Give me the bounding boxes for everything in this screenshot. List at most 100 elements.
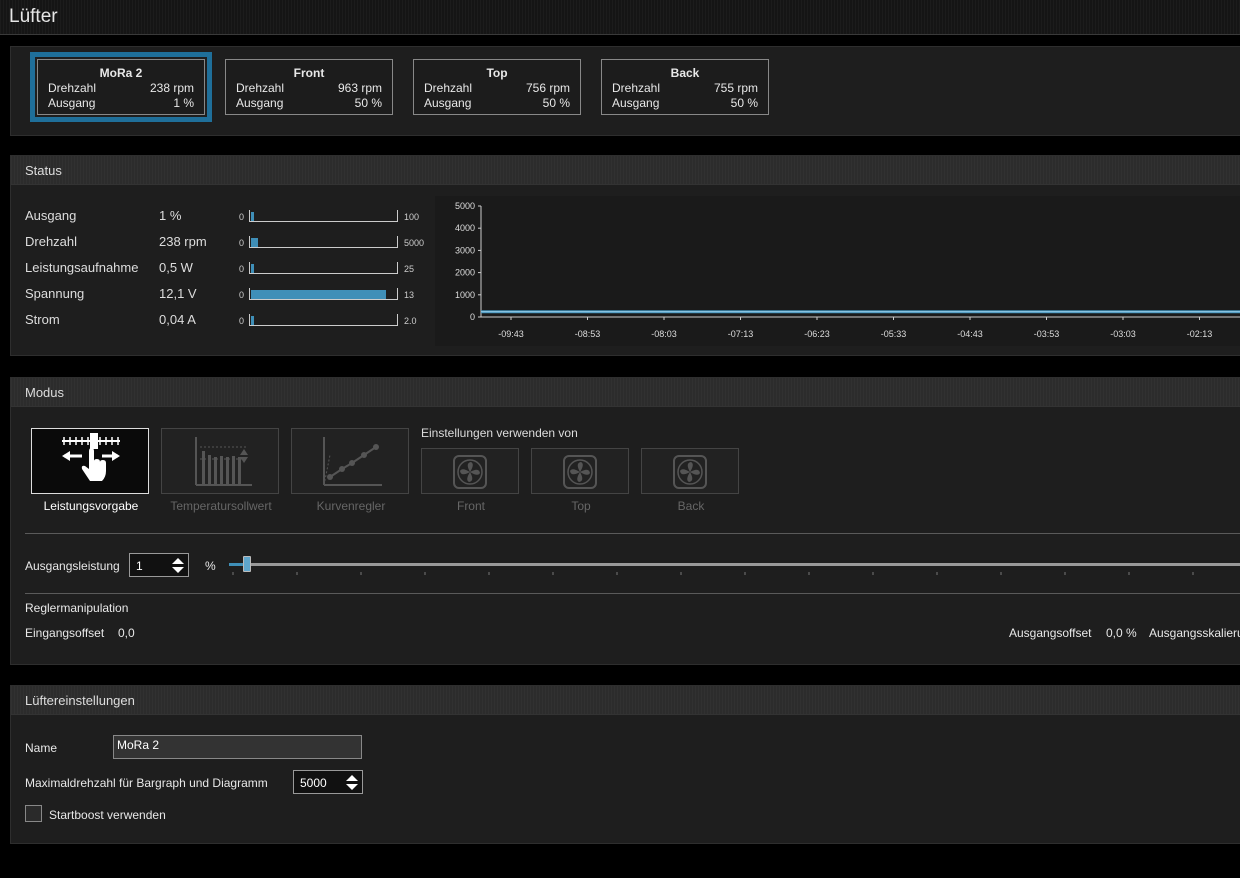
bar-max: 25 [404, 264, 415, 274]
status-bar-fill [251, 212, 254, 221]
chart-x-tick-label: -08:53 [575, 329, 601, 339]
fan-tile-rpm-value: 238 rpm [149, 81, 194, 95]
status-label: Spannung [25, 286, 85, 301]
output-power-unit: % [205, 559, 216, 573]
status-bar-fill [251, 290, 386, 299]
fan-icon [563, 455, 597, 489]
status-bar-fill [251, 264, 254, 273]
mode-label-leistungsvorgabe: Leistungsvorgabe [43, 499, 139, 513]
fan-tile-output-value: 50 % [730, 96, 758, 110]
fan-tile-output-label: Ausgang [612, 96, 660, 110]
fan-tile-front[interactable]: Front Drehzahl 963 rpm Ausgang 50 % [225, 59, 393, 115]
chart-y-tick-label: 0 [470, 312, 475, 322]
fan-icon [673, 455, 707, 489]
bar-min: 0 [239, 238, 245, 248]
bar-min: 0 [239, 212, 245, 222]
status-value: 12,1 V [159, 286, 197, 301]
fan-tile-top[interactable]: Top Drehzahl 756 rpm Ausgang 50 % [413, 59, 581, 115]
input-offset-label: Eingangsoffset [25, 626, 105, 640]
status-bar-fill [251, 238, 258, 247]
spin-arrows-icon[interactable] [345, 774, 359, 791]
status-bar [249, 262, 398, 274]
output-offset-label: Ausgangsoffset [1009, 626, 1092, 640]
mode-button-temperatursollwert[interactable] [161, 428, 279, 494]
mode-header: Modus [11, 378, 1240, 407]
chart-x-tick-label: -03:03 [1110, 329, 1136, 339]
mode-panel: Modus Leistungsvorgabe Temperatursollwer… [10, 377, 1240, 665]
divider [25, 533, 1240, 534]
title-bar: Lüfter [0, 0, 1240, 35]
fan-tile-rpm-label: Drehzahl [48, 81, 97, 95]
chart-y-tick-label: 1000 [455, 290, 475, 300]
status-panel: Status Ausgang 1 % 0 100 Drehzahl 238 rp… [10, 155, 1240, 356]
startboost-label: Startboost verwenden [49, 808, 166, 822]
fan-tile-back[interactable]: Back Drehzahl 755 rpm Ausgang 50 % [601, 59, 769, 115]
source-button-back[interactable] [641, 448, 739, 494]
bar-max: 2.0 [404, 316, 417, 326]
chart-x-tick-label: -09:43 [498, 329, 524, 339]
bar-max: 5000 [404, 238, 425, 248]
curve-controller-icon [323, 437, 382, 486]
chart-x-tick-label: -08:03 [651, 329, 677, 339]
output-power-label: Ausgangsleistung [25, 559, 120, 573]
regler-manipulation-title: Reglermanipulation [25, 601, 129, 615]
fan-tile-name: Back [670, 66, 700, 80]
fan-tile-rpm-label: Drehzahl [236, 81, 285, 95]
mode-label-temperatursollwert: Temperatursollwert [170, 499, 272, 513]
fan-tile-name: Front [293, 66, 325, 80]
divider [25, 593, 1240, 594]
chart-x-tick-label: -07:13 [728, 329, 754, 339]
status-bar-fill [251, 316, 254, 325]
bar-min: 0 [239, 316, 245, 326]
slider-ticks [232, 572, 1194, 575]
chart-x-tick-label: -03:53 [1034, 329, 1060, 339]
bar-min: 0 [239, 290, 245, 300]
output-power-stepper[interactable]: 1 [129, 553, 189, 577]
source-label-back: Back [677, 499, 705, 513]
chart-x-tick-label: -04:43 [957, 329, 983, 339]
input-offset-value[interactable]: 0,0 [118, 626, 135, 640]
fan-tile-rpm-label: Drehzahl [424, 81, 473, 95]
status-header: Status [11, 156, 1240, 185]
status-value: 0,04 A [159, 312, 196, 327]
status-bar [249, 314, 398, 326]
fan-tile-mora2[interactable]: MoRa 2 Drehzahl 238 rpm Ausgang 1 % [30, 52, 212, 122]
status-value: 1 % [159, 208, 182, 223]
chart-y-tick-label: 3000 [455, 245, 475, 255]
output-power-value: 1 [136, 559, 143, 573]
mode-button-kurvenregler[interactable] [291, 428, 409, 494]
source-button-front[interactable] [421, 448, 519, 494]
startboost-checkbox[interactable] [25, 805, 42, 822]
mode-button-leistungsvorgabe[interactable] [31, 428, 149, 494]
temperature-setpoint-icon [195, 437, 252, 486]
max-rpm-stepper[interactable]: 5000 [293, 770, 363, 794]
fan-tile-name: Top [486, 66, 508, 80]
hand-slider-icon [62, 433, 120, 481]
mode-label-kurvenregler: Kurvenregler [316, 499, 386, 513]
fan-tile-output-value: 50 % [354, 96, 382, 110]
chart-x-tick-label: -06:23 [804, 329, 830, 339]
name-label: Name [25, 741, 58, 755]
output-offset-value[interactable]: 0,0 % [1106, 626, 1137, 640]
chart-y-tick-label: 5000 [455, 201, 475, 211]
fan-tile-output-label: Ausgang [424, 96, 472, 110]
status-bar [249, 210, 398, 222]
fan-tile-rpm-label: Drehzahl [612, 81, 661, 95]
fan-tile-output-label: Ausgang [236, 96, 284, 110]
max-rpm-value: 5000 [300, 776, 327, 790]
fan-tile-output-value: 50 % [542, 96, 570, 110]
source-button-top[interactable] [531, 448, 629, 494]
fan-tile-rpm-value: 963 rpm [337, 81, 382, 95]
fan-tile-rpm-value: 755 rpm [713, 81, 758, 95]
fan-icon [453, 455, 487, 489]
status-label: Leistungsaufnahme [25, 260, 139, 275]
window-title: Lüfter [9, 6, 58, 27]
fan-tile-name: MoRa 2 [99, 66, 143, 80]
name-field[interactable]: MoRa 2 [113, 735, 362, 759]
status-value: 238 rpm [159, 234, 207, 249]
output-power-slider[interactable] [229, 554, 1240, 578]
fan-tile-output-value: 1 % [173, 96, 194, 110]
spin-arrows-icon[interactable] [171, 557, 185, 574]
bar-min: 0 [239, 264, 245, 274]
chart-svg: 5000 4000 3000 2000 1000 0 -09:43 -08:53 -08:03 -… [455, 201, 1240, 339]
